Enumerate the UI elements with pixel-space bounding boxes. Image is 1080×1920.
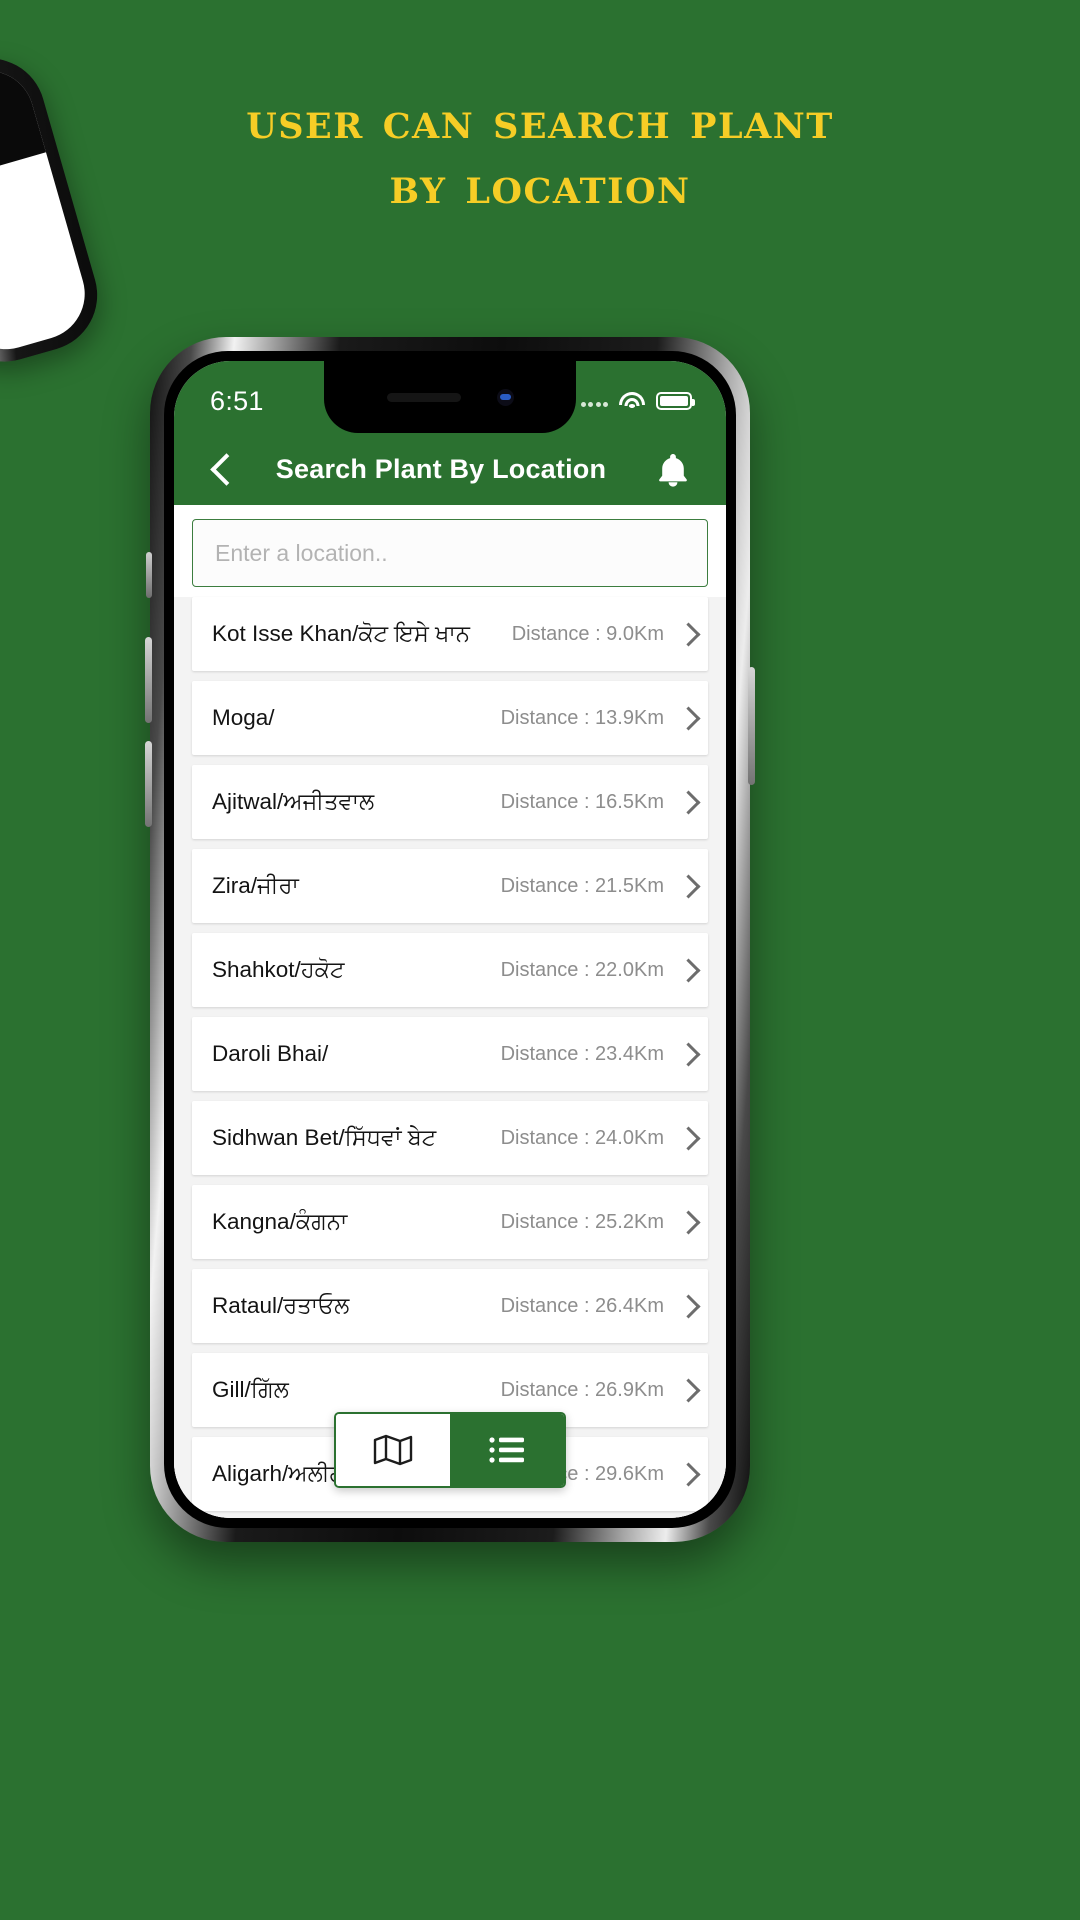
volume-up-button xyxy=(145,637,152,723)
location-name: Shahkot/ਹਕੋਟ xyxy=(212,957,345,982)
list-icon xyxy=(487,1434,527,1466)
location-distance: Distance : 13.9Km xyxy=(500,706,664,729)
chevron-right-icon xyxy=(678,793,696,811)
location-name: Ajitwal/ਅਜੀਤਵਾਲ xyxy=(212,789,375,814)
phone-screen: 6:51 Search Plant By Location Enter a lo… xyxy=(174,361,726,1518)
battery-full-icon xyxy=(656,392,695,410)
chevron-right-icon xyxy=(678,1129,696,1147)
chevron-right-icon xyxy=(678,961,696,979)
location-name: Moga/ xyxy=(212,705,275,730)
location-distance: Distance : 16.5Km xyxy=(500,790,664,813)
phone-bezel: 6:51 Search Plant By Location Enter a lo… xyxy=(164,351,736,1528)
location-name: Gill/ਗਿੱਲ xyxy=(212,1377,289,1402)
list-item[interactable]: Kot Isse Khan/ਕੋਟ ਇਸੇ ਖਾਨ Distance : 9.0… xyxy=(192,597,708,671)
chevron-right-icon xyxy=(678,877,696,895)
location-distance: Distance : 26.9Km xyxy=(500,1378,664,1401)
silent-switch xyxy=(146,552,152,598)
chevron-right-icon xyxy=(678,709,696,727)
phone-notch xyxy=(324,361,576,433)
page-title: Search Plant By Location xyxy=(275,453,607,484)
location-name: Daroli Bhai/ xyxy=(212,1041,329,1066)
list-item[interactable]: Shahkot/ਹਕੋਟ Distance : 22.0Km xyxy=(192,933,708,1007)
chevron-right-icon xyxy=(678,1381,696,1399)
list-item[interactable]: Sidhwan Bet/ਸਿੱਧਵਾਂ ਬੇਟ Distance : 24.0K… xyxy=(192,1101,708,1175)
promo-headline-line-1: User can search plant xyxy=(246,91,834,150)
list-view-button[interactable] xyxy=(450,1414,564,1486)
status-icons xyxy=(580,384,695,411)
list-item[interactable]: Kangna/ਕੰਗਨਾ Distance : 25.2Km xyxy=(192,1185,708,1259)
location-list: Kot Isse Khan/ਕੋਟ ਇਸੇ ਖਾਨ Distance : 9.0… xyxy=(174,597,726,1518)
location-name: Kangna/ਕੰਗਨਾ xyxy=(212,1209,348,1234)
phone-mockup: 6:51 Search Plant By Location Enter a lo… xyxy=(145,337,755,1542)
power-button xyxy=(748,667,755,785)
front-camera-icon xyxy=(496,388,514,406)
chevron-right-icon xyxy=(678,1297,696,1315)
status-time: 6:51 xyxy=(210,385,264,416)
location-distance: Distance : 24.0Km xyxy=(500,1126,664,1149)
list-item[interactable]: Zira/ਜੀਰਾ Distance : 21.5Km xyxy=(192,849,708,923)
location-name: Sidhwan Bet/ਸਿੱਧਵਾਂ ਬੇਟ xyxy=(212,1125,437,1150)
bell-icon[interactable] xyxy=(650,446,696,492)
location-distance: Distance : 25.2Km xyxy=(500,1210,664,1233)
location-distance: Distance : 9.0Km xyxy=(511,622,664,645)
list-item[interactable]: Rataul/ਰਤਾਓਲ Distance : 26.4Km xyxy=(192,1269,708,1343)
chevron-right-icon xyxy=(678,1213,696,1231)
list-item[interactable]: Moga/ Distance : 13.9Km xyxy=(192,681,708,755)
map-view-button[interactable] xyxy=(336,1414,450,1486)
location-distance: Distance : 22.0Km xyxy=(500,958,664,981)
location-name: Rataul/ਰਤਾਓਲ xyxy=(212,1293,350,1318)
chevron-right-icon xyxy=(678,1465,696,1483)
map-icon xyxy=(373,1434,413,1466)
chevron-right-icon xyxy=(678,625,696,643)
volume-down-button xyxy=(145,741,152,827)
location-distance: Distance : 23.4Km xyxy=(500,1042,664,1065)
earpiece-speaker-icon xyxy=(386,392,461,402)
list-item[interactable]: Ajitwal/ਅਜੀਤਵਾਲ Distance : 16.5Km xyxy=(192,765,708,839)
location-distance: Distance : 21.5Km xyxy=(500,874,664,897)
app-bar: Search Plant By Location xyxy=(174,433,726,505)
search-input[interactable] xyxy=(192,519,708,587)
chevron-left-icon[interactable] xyxy=(202,449,242,489)
location-name: Zira/ਜੀਰਾ xyxy=(212,873,299,898)
view-toggle xyxy=(334,1412,566,1488)
location-distance: Distance : 26.4Km xyxy=(500,1294,664,1317)
app-content: Kot Isse Khan/ਕੋਟ ਇਸੇ ਖਾਨ Distance : 9.0… xyxy=(174,505,726,1518)
list-item[interactable]: Daroli Bhai/ Distance : 23.4Km xyxy=(192,1017,708,1091)
search-container xyxy=(174,505,726,597)
promo-headline-line-2: by location xyxy=(389,155,691,215)
signal-dots-icon xyxy=(580,396,608,407)
location-name: Kot Isse Khan/ਕੋਟ ਇਸੇ ਖਾਨ xyxy=(212,621,470,646)
promo-headline: User can search plant by location xyxy=(0,92,1080,214)
chevron-right-icon xyxy=(678,1045,696,1063)
wifi-icon xyxy=(619,391,645,411)
